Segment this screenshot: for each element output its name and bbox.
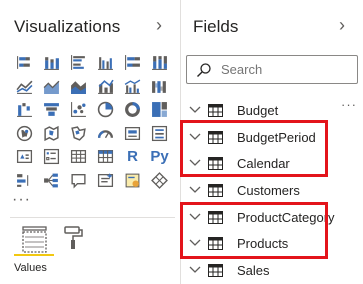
slicer-icon[interactable] xyxy=(38,145,65,169)
search-icon xyxy=(197,63,211,77)
map-icon[interactable] xyxy=(11,122,38,146)
fields-collapse-chevron-icon[interactable]: › xyxy=(339,15,345,36)
smart-narrative-icon[interactable] xyxy=(92,169,119,193)
fields-title: Fields xyxy=(193,17,239,36)
format-tab[interactable] xyxy=(63,225,85,251)
matrix-icon[interactable] xyxy=(92,145,119,169)
multi-row-card-icon[interactable] xyxy=(146,122,173,146)
visualizations-collapse-chevron-icon[interactable]: › xyxy=(156,15,162,36)
shape-map-icon[interactable] xyxy=(65,122,92,146)
divider xyxy=(10,217,175,218)
funnel-icon[interactable] xyxy=(38,98,65,122)
highlight-box-budgetperiod-calendar xyxy=(180,120,328,177)
fields-well-tab[interactable] xyxy=(20,224,50,254)
decomposition-tree-icon[interactable] xyxy=(38,169,65,193)
active-tab-indicator xyxy=(14,254,54,256)
stacked-bar-chart-icon[interactable] xyxy=(11,51,38,75)
table-label: Budget xyxy=(237,102,279,118)
search-input[interactable] xyxy=(221,62,351,77)
chevron-down-icon[interactable] xyxy=(188,105,202,115)
card-icon[interactable] xyxy=(119,122,146,146)
table-icon xyxy=(208,103,223,117)
r-script-icon[interactable]: R xyxy=(119,145,146,169)
area-chart-icon[interactable] xyxy=(38,75,65,99)
table-label: Customers xyxy=(237,182,300,198)
highlight-box-productcategory-products xyxy=(180,202,328,259)
100-stacked-bar-chart-icon[interactable] xyxy=(119,51,146,75)
key-influencers-icon[interactable] xyxy=(11,169,38,193)
table-row-sales[interactable]: Sales xyxy=(181,258,363,282)
chevron-down-icon[interactable] xyxy=(188,265,202,275)
stacked-column-chart-icon[interactable] xyxy=(38,51,65,75)
visual-type-gallery: R Py xyxy=(11,51,173,192)
visualizations-title: Visualizations xyxy=(14,17,121,36)
visualizations-pane: Visualizations › R Py ··· Values xyxy=(0,0,180,284)
python-icon[interactable]: Py xyxy=(146,145,173,169)
line-chart-icon[interactable] xyxy=(11,75,38,99)
paint-roller-icon xyxy=(64,226,83,249)
waterfall-chart-icon[interactable] xyxy=(11,98,38,122)
table-icon[interactable] xyxy=(65,145,92,169)
table-row-customers[interactable]: Customers xyxy=(181,178,363,202)
table-label: Sales xyxy=(237,262,270,278)
line-and-column-chart-icon[interactable] xyxy=(92,75,119,99)
ribbon-chart-icon[interactable] xyxy=(146,75,173,99)
clustered-column-chart-icon[interactable] xyxy=(92,51,119,75)
values-label: Values xyxy=(14,262,47,274)
table-row-budget[interactable]: Budget xyxy=(181,98,363,122)
qa-icon[interactable] xyxy=(65,169,92,193)
filled-map-icon[interactable] xyxy=(38,122,65,146)
line-and-clustered-column-chart-icon[interactable] xyxy=(119,75,146,99)
clustered-bar-chart-icon[interactable] xyxy=(65,51,92,75)
gauge-icon[interactable] xyxy=(92,122,119,146)
donut-chart-icon[interactable] xyxy=(119,98,146,122)
fields-well-icon xyxy=(22,226,47,253)
100-stacked-column-chart-icon[interactable] xyxy=(146,51,173,75)
scatter-chart-icon[interactable] xyxy=(65,98,92,122)
treemap-icon[interactable] xyxy=(146,98,173,122)
kpi-icon[interactable] xyxy=(11,145,38,169)
search-box[interactable] xyxy=(186,55,358,84)
pie-chart-icon[interactable] xyxy=(92,98,119,122)
arcgis-icon[interactable] xyxy=(146,169,173,193)
more-visuals-ellipsis[interactable]: ··· xyxy=(12,191,31,209)
stacked-area-chart-icon[interactable] xyxy=(65,75,92,99)
paginated-report-icon[interactable] xyxy=(119,169,146,193)
table-icon xyxy=(208,183,223,197)
table-icon xyxy=(208,263,223,277)
chevron-down-icon[interactable] xyxy=(188,185,202,195)
